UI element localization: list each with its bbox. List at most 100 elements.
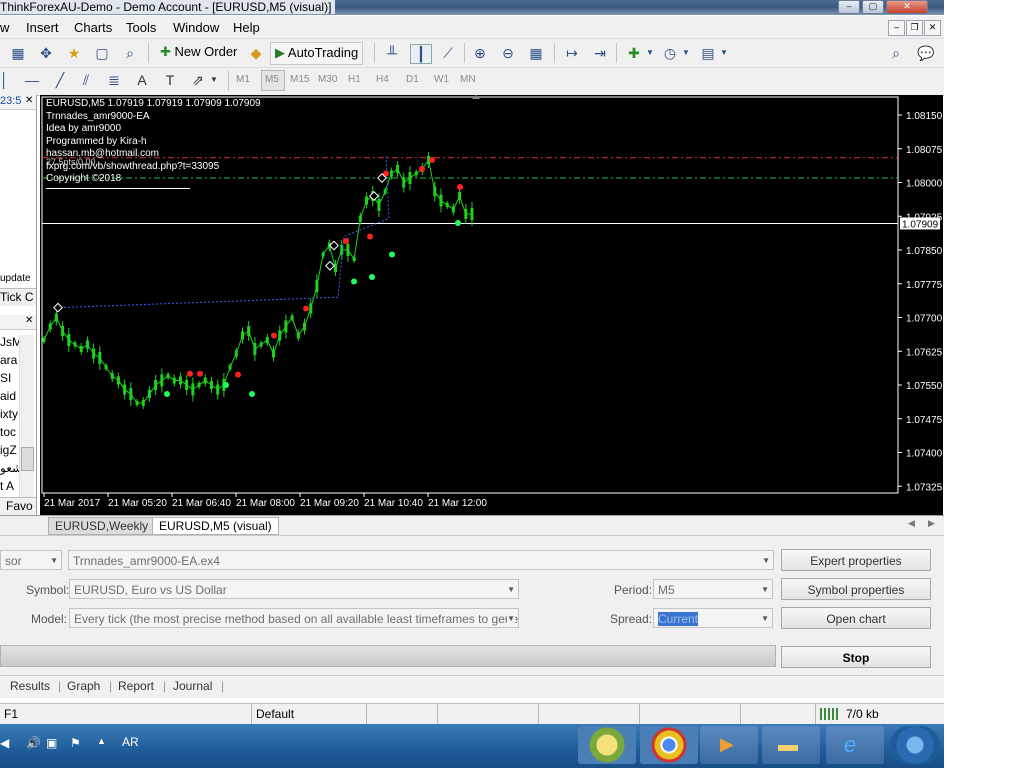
tick-chart-label: Tick C bbox=[0, 290, 34, 304]
action-center-icon[interactable]: ⚑ bbox=[70, 736, 81, 750]
tab-graph[interactable]: Graph bbox=[67, 679, 100, 693]
chat-icon[interactable]: 💬 bbox=[916, 44, 936, 62]
market-watch-close-icon[interactable]: ✕ bbox=[25, 95, 33, 106]
menu-charts[interactable]: Charts bbox=[74, 20, 112, 35]
tab-eurusd-m5-visual[interactable]: EURUSD,M5 (visual) bbox=[152, 517, 279, 535]
taskbar-chrome-icon[interactable] bbox=[640, 726, 698, 764]
connection-status[interactable]: 7/0 kb bbox=[815, 704, 944, 724]
menu-tools[interactable]: Tools bbox=[126, 20, 156, 35]
tester-icon[interactable]: ⌕ bbox=[120, 44, 140, 62]
periods-dropdown-icon[interactable]: ▼ bbox=[676, 44, 696, 62]
metaeditor-icon[interactable]: ◆ bbox=[246, 44, 266, 62]
tile-windows-icon[interactable]: ▦ bbox=[526, 44, 546, 62]
auto-scroll-icon[interactable]: ↦ bbox=[562, 44, 582, 62]
tab-report[interactable]: Report bbox=[118, 679, 154, 693]
menu-help[interactable]: Help bbox=[233, 20, 260, 35]
search-icon[interactable]: ⌕ bbox=[886, 44, 906, 62]
text-icon[interactable]: A bbox=[132, 71, 152, 89]
navigator-scrollbar[interactable] bbox=[19, 335, 34, 505]
ea-programmer: Programmed by Kira-h bbox=[46, 135, 147, 147]
navigator-item[interactable]: aid bbox=[0, 389, 16, 403]
tf-d1[interactable]: D1 bbox=[406, 74, 419, 85]
navigator-icon[interactable]: ▢ bbox=[92, 44, 112, 62]
favorites-icon[interactable]: ★ bbox=[64, 44, 84, 62]
tabs-scroll-left-icon[interactable]: ◀ bbox=[908, 518, 915, 529]
network-icon[interactable]: ▣ bbox=[46, 736, 57, 750]
minimize-button[interactable]: – bbox=[838, 0, 860, 14]
tray-arrow-icon[interactable]: ◀ bbox=[0, 736, 9, 750]
tab-journal[interactable]: Journal bbox=[173, 679, 212, 693]
expert-properties-button[interactable]: Expert properties bbox=[781, 549, 931, 571]
vertical-line-icon[interactable]: │ bbox=[0, 71, 9, 89]
trendline-icon[interactable]: ╱ bbox=[50, 71, 70, 89]
navigator-header: ✕ bbox=[0, 315, 36, 330]
stop-button[interactable]: Stop bbox=[781, 646, 931, 668]
favorites-tab[interactable]: Favo bbox=[0, 497, 36, 515]
tester-type-select[interactable]: sor ▼ bbox=[0, 550, 62, 570]
crosshair-icon[interactable]: ✥ bbox=[36, 44, 56, 62]
test-progress-bar bbox=[0, 645, 776, 667]
tick-chart-tab[interactable]: Tick C bbox=[0, 288, 36, 306]
tf-m5[interactable]: M5 bbox=[265, 74, 279, 85]
navigator-scroll-thumb[interactable] bbox=[21, 447, 34, 471]
templates-dropdown-icon[interactable]: ▼ bbox=[714, 44, 734, 62]
horizontal-line-icon[interactable]: — bbox=[22, 71, 42, 89]
tf-m1[interactable]: M1 bbox=[236, 74, 250, 85]
language-indicator[interactable]: AR bbox=[122, 735, 139, 749]
zoom-out-icon[interactable]: ⊖ bbox=[498, 44, 518, 62]
mdi-close-button[interactable]: ✕ bbox=[924, 20, 941, 36]
tf-m30[interactable]: M30 bbox=[318, 74, 337, 85]
show-hidden-icons[interactable]: ▲ bbox=[97, 736, 106, 746]
menu-view[interactable]: w bbox=[0, 20, 9, 35]
tab-results[interactable]: Results bbox=[10, 679, 50, 693]
new-order-button[interactable]: ✚ New Order bbox=[156, 42, 241, 63]
taskbar-app-lightbulb-icon[interactable] bbox=[578, 726, 636, 764]
menu-window[interactable]: Window bbox=[173, 20, 219, 35]
symbol-select[interactable]: EURUSD, Euro vs US Dollar ▼ bbox=[69, 579, 519, 599]
fibonacci-icon[interactable]: ≣ bbox=[104, 71, 124, 89]
tab-eurusd-weekly[interactable]: EURUSD,Weekly bbox=[48, 517, 156, 535]
navigator-item[interactable]: ara bbox=[0, 353, 17, 367]
arrows-dropdown-icon[interactable]: ▼ bbox=[204, 71, 224, 89]
menu-insert[interactable]: Insert bbox=[26, 20, 59, 35]
spread-select[interactable]: Current ▼ bbox=[653, 608, 773, 628]
candlestick-icon[interactable]: ┃ bbox=[410, 44, 432, 64]
open-chart-button[interactable]: Open chart bbox=[781, 607, 931, 629]
maximize-button[interactable]: ▢ bbox=[862, 0, 884, 14]
navigator-item[interactable]: igZ bbox=[0, 443, 17, 457]
bar-chart-icon[interactable]: ╨ bbox=[382, 44, 402, 62]
taskbar-explorer-icon[interactable]: ▬ bbox=[762, 726, 820, 764]
tf-mn[interactable]: MN bbox=[460, 74, 476, 85]
taskbar-media-player-icon[interactable]: ▶ bbox=[700, 726, 758, 764]
new-chart-icon[interactable]: ▦ bbox=[8, 44, 28, 62]
navigator-item[interactable]: SI bbox=[0, 371, 11, 385]
start-button-icon[interactable] bbox=[890, 726, 940, 764]
close-button[interactable]: ✕ bbox=[886, 0, 928, 14]
zoom-in-icon[interactable]: ⊕ bbox=[470, 44, 490, 62]
navigator-item[interactable]: t A bbox=[0, 479, 14, 493]
navigator-close-icon[interactable]: ✕ bbox=[25, 315, 33, 326]
navigator-item[interactable]: ixty bbox=[0, 407, 18, 421]
model-select[interactable]: Every tick (the most precise method base… bbox=[69, 608, 519, 628]
navigator-item[interactable]: toc bbox=[0, 425, 16, 439]
indicators-dropdown-icon[interactable]: ▼ bbox=[640, 44, 660, 62]
channel-icon[interactable]: ⫽ bbox=[76, 71, 96, 89]
volume-icon[interactable]: 🔊 bbox=[26, 736, 41, 750]
text-label-icon[interactable]: T bbox=[160, 71, 180, 89]
expert-select[interactable]: Trnnades_amr9000-EA.ex4 ▼ bbox=[68, 550, 774, 570]
toolbar-separator bbox=[554, 43, 555, 63]
period-select[interactable]: M5 ▼ bbox=[653, 579, 773, 599]
tabs-scroll-right-icon[interactable]: ▶ bbox=[928, 518, 935, 529]
tf-h1[interactable]: H1 bbox=[348, 74, 361, 85]
mdi-minimize-button[interactable]: – bbox=[888, 20, 905, 36]
taskbar-internet-explorer-icon[interactable]: e bbox=[826, 726, 884, 764]
symbol-properties-button[interactable]: Symbol properties bbox=[781, 578, 931, 600]
autotrading-button[interactable]: ▶ AutoTrading bbox=[270, 42, 364, 65]
mdi-restore-button[interactable]: ❐ bbox=[906, 20, 923, 36]
tf-m15[interactable]: M15 bbox=[290, 74, 309, 85]
tf-h4[interactable]: H4 bbox=[376, 74, 389, 85]
chart-shift-icon[interactable]: ⇥ bbox=[590, 44, 610, 62]
line-chart-icon[interactable]: ⟋ bbox=[438, 44, 458, 62]
tf-w1[interactable]: W1 bbox=[434, 74, 449, 85]
price-chart[interactable]: 1.081501.080751.080001.079251.078501.077… bbox=[40, 95, 943, 515]
